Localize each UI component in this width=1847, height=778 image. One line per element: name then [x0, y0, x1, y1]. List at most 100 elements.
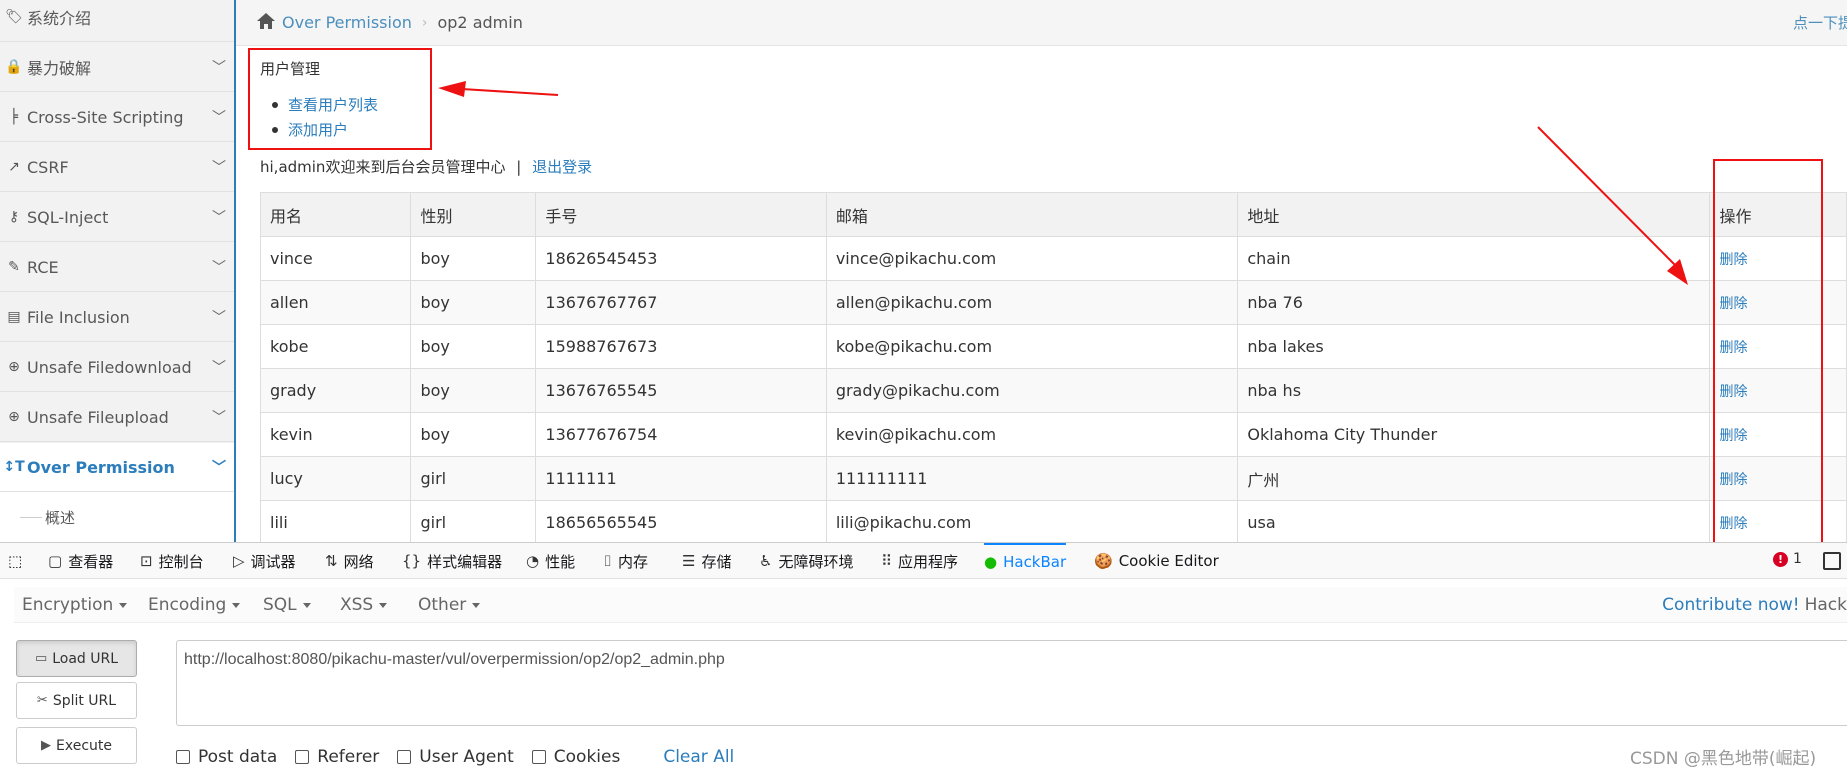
add-user-link[interactable]: 添加用户 [288, 119, 348, 140]
tab-storage[interactable]: ☰ 存储 [682, 543, 731, 579]
menu-label: Other [418, 595, 467, 615]
checkbox-box[interactable] [295, 750, 310, 764]
contribute-link[interactable]: Contribute now! Hack [1662, 587, 1847, 623]
watermark: CSDN @黑色地带(崛起) [1630, 749, 1817, 769]
tab-cookie-editor[interactable]: 🍪 Cookie Editor [1094, 543, 1219, 579]
tab-performance[interactable]: ◔ 性能 [526, 543, 575, 579]
cell-address: usa [1237, 500, 1711, 542]
table-row: vince boy 18626545453 vince@pikachu.com chai… [259, 236, 1847, 281]
sidebar-item-xss[interactable]: ╞ Cross-Site Scripting ﹀ [0, 93, 234, 142]
annotation-box [1713, 159, 1823, 542]
chevron-down-icon: ﹀ [212, 160, 226, 176]
bullet-icon [272, 126, 278, 133]
devtools-toolbar: ⬚ ▢ 查看器 ⊡ 控制台 ▷ 调试器 ⇅ 网络 {} 样式编辑器 ◔ 性能 ⌷… [0, 543, 1847, 579]
checkbox-box[interactable] [176, 750, 190, 764]
table-row: grady boy 13676765545 grady@pikachu.com nba … [259, 368, 1847, 413]
cell-username: lili [259, 500, 412, 542]
tab-inspector[interactable]: ▢ 查看器 [48, 543, 113, 579]
chevron-down-icon: ﹀ [212, 360, 226, 376]
view-user-list-link[interactable]: 查看用户列表 [288, 94, 378, 115]
sidebar-item-unsafe-fileupload[interactable]: ⊕ Unsafe Fileupload ﹀ [0, 393, 234, 442]
cell-username: kevin [259, 412, 412, 457]
cell-email: kobe@pikachu.com [825, 324, 1239, 369]
sidebar-item-label: SQL-Inject [27, 207, 109, 227]
sidebar-subitem-overview[interactable]: 概述 [0, 492, 234, 542]
dock-side-icon[interactable] [1823, 552, 1841, 570]
column-header-phone: 手号 [535, 192, 827, 237]
list-item: 查看用户列表 [272, 92, 378, 117]
tab-style-editor[interactable]: {} 样式编辑器 [402, 543, 502, 579]
error-icon: ! [1773, 551, 1788, 567]
sidebar-item-label: 系统介绍 [27, 9, 92, 28]
table-row: allen boy 13676767767 allen@pikachu.com nba … [259, 280, 1847, 325]
menu-other[interactable]: Other [418, 587, 481, 623]
sidebar-item-label: RCE [27, 257, 59, 277]
user-agent-checkbox[interactable]: User Agent [397, 747, 514, 767]
checkbox-box[interactable] [397, 750, 412, 764]
tab-debugger[interactable]: ▷ 调试器 [233, 543, 296, 579]
load-icon: ▭ [34, 651, 48, 666]
storage-icon: ☰ [682, 552, 696, 570]
execute-button[interactable]: ▶ Execute [16, 727, 137, 764]
hint-link[interactable]: 点一下提 [1793, 12, 1847, 33]
cell-address: Oklahoma City Thunder [1237, 412, 1711, 457]
error-count-badge[interactable]: ! 1 [1773, 551, 1802, 567]
tab-network[interactable]: ⇅ 网络 [325, 543, 374, 579]
download-icon: ⊕ [8, 359, 20, 375]
tab-console[interactable]: ⊡ 控制台 [140, 543, 204, 579]
scissors-icon: ✂ [36, 693, 48, 708]
logout-link[interactable]: 退出登录 [532, 158, 592, 176]
cell-email: 111111111 [825, 456, 1239, 501]
menu-sql[interactable]: SQL [263, 587, 311, 623]
memory-icon: ⌷ [603, 552, 613, 570]
cookies-checkbox[interactable]: Cookies [531, 747, 620, 767]
list-item: 添加用户 [272, 117, 378, 142]
share-icon: ↗ [8, 159, 20, 175]
menu-encoding[interactable]: Encoding [148, 587, 241, 623]
home-icon[interactable] [256, 12, 276, 34]
cell-username: kobe [259, 324, 412, 369]
tab-accessibility[interactable]: ♿ 无障碍环境 [759, 543, 853, 579]
chevron-down-icon: ﹀ [212, 260, 226, 276]
button-label: Split URL [52, 692, 117, 709]
tab-hackbar[interactable]: ● HackBar [984, 543, 1067, 579]
tab-application[interactable]: ⠿ 应用程序 [881, 543, 958, 579]
welcome-line: hi,admin欢迎来到后台会员管理中心 | 退出登录 [260, 156, 592, 177]
tab-memory[interactable]: ⌷ 内存 [603, 543, 648, 579]
hackbar-menu: Encryption Encoding SQL XSS Other Contri… [14, 587, 1847, 623]
menu-xss[interactable]: XSS [340, 587, 388, 623]
load-url-button[interactable]: ▭ Load URL [16, 640, 137, 677]
clear-all-link[interactable]: Clear All [663, 747, 734, 767]
sidebar-item-file-inclusion[interactable]: ▤ File Inclusion ﹀ [0, 293, 234, 342]
sidebar-item-over-permission[interactable]: ↕T Over Permission ﹀ [0, 443, 234, 492]
tab-label: 内存 [618, 552, 649, 571]
sidebar-item-csrf[interactable]: ↗ CSRF ﹀ [0, 143, 234, 192]
bullet-icon [272, 101, 278, 108]
cell-gender: boy [410, 324, 537, 369]
breadcrumb-link[interactable]: Over Permission [282, 13, 412, 32]
cell-email: kevin@pikachu.com [825, 412, 1239, 457]
cell-username: vince [259, 236, 412, 281]
application-icon: ⠿ [881, 552, 892, 570]
cell-phone: 13676765545 [535, 368, 827, 413]
chevron-down-icon: ﹀ [212, 410, 226, 426]
hackbar-icon: ● [984, 553, 998, 571]
sidebar-item-unsafe-filedownload[interactable]: ⊕ Unsafe Filedownload ﹀ [0, 343, 234, 392]
cell-gender: boy [410, 368, 537, 413]
caret-down-icon [119, 602, 128, 608]
referer-checkbox[interactable]: Referer [295, 747, 379, 767]
breadcrumb-separator-icon: › [421, 14, 428, 31]
sidebar-item-sql-inject[interactable]: ⚷ SQL-Inject ﹀ [0, 193, 234, 242]
split-url-button[interactable]: ✂ Split URL [16, 682, 137, 719]
sidebar-item-brute-force[interactable]: 🔒 暴力破解 ﹀ [0, 43, 234, 92]
pick-element-icon[interactable]: ⬚ [8, 543, 22, 579]
menu-encryption[interactable]: Encryption [22, 587, 128, 623]
sidebar-item-intro[interactable]: 🏷 系统介绍 [0, 0, 234, 42]
url-textarea[interactable]: http://localhost:8080/pikachu-master/vul… [176, 640, 1847, 726]
sidebar-item-rce[interactable]: ✎ RCE ﹀ [0, 243, 234, 292]
chevron-down-icon: ﹀ [212, 60, 226, 76]
table-header-row: 用名 性别 手号 邮箱 地址 操作 [259, 192, 1847, 237]
post-data-checkbox[interactable]: Post data [176, 747, 277, 767]
cell-phone: 13676767767 [535, 280, 827, 325]
checkbox-box[interactable] [531, 750, 546, 764]
